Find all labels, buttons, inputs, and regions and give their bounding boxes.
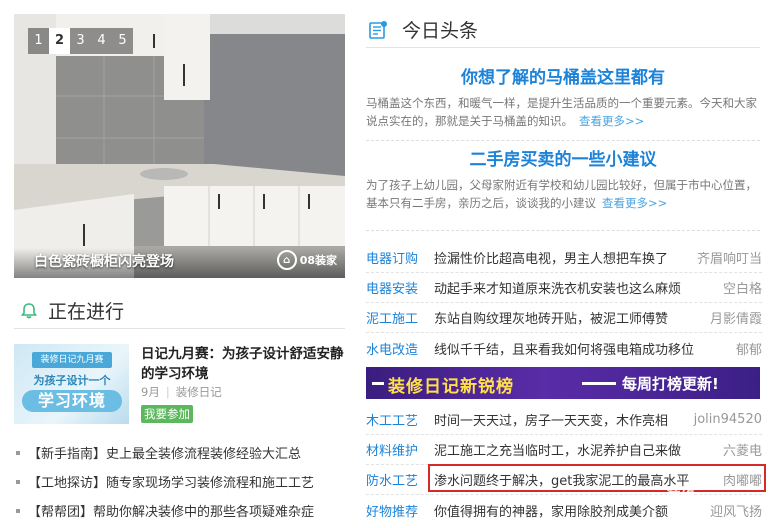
category-tag[interactable]: 电器安装 <box>366 278 434 297</box>
author-name[interactable]: 齐眉响叮当 <box>697 248 762 267</box>
author-name[interactable]: 郁郁 <box>736 339 762 358</box>
site-watermark: ⌂ 08装家 <box>276 250 337 270</box>
list-item[interactable]: 【新手指南】史上最全装修流程装修经验大汇总 <box>14 438 354 467</box>
article-link[interactable]: 东站自购纹理灰地砖开贴，被泥工师傅赞 <box>434 308 704 327</box>
article-link[interactable]: 泥工施工之充当临时工，水泥养护自己来做 <box>434 440 717 459</box>
list-item[interactable]: 好物推荐 你值得拥有的神器，家用除胶剂成美介额 迎风飞扬 <box>366 495 762 525</box>
article-link[interactable]: 线似千千结，且来看我如何将强电箱成功移位 <box>434 339 730 358</box>
category-tag[interactable]: 材料维护 <box>366 440 434 459</box>
contest-month: 9月 <box>141 385 160 399</box>
headlines-heading: 今日头条 <box>368 16 478 43</box>
category-tag[interactable]: 电器订购 <box>366 248 434 267</box>
thumbnail-ribbon: 装修日记九月赛 <box>32 352 112 368</box>
divider <box>366 230 760 231</box>
category-list-top: 电器订购 捡漏性价比超高电视，男主人想把车换了 齐眉响叮当 电器安装 动起手来才… <box>366 243 762 363</box>
list-item[interactable]: 【工地探访】随专家现场学习装修流程和施工工艺 <box>14 467 354 496</box>
bullet <box>16 450 20 455</box>
watermark-text: 08装家 <box>299 253 337 267</box>
list-item[interactable]: 电器安装 动起手来才知道原来洗衣机安装也这么麻烦 空白格 <box>366 273 762 303</box>
banner-left-text: 装修日记新锐榜 <box>388 377 514 397</box>
banner-right-text: 每周打榜更新! <box>622 375 719 393</box>
slider-caption[interactable]: 白色瓷砖橱柜闪亮登场 <box>34 251 174 271</box>
feature-summary-text: 马桶盖这个东西，和暖气一样，是提升生活品质的一个重要元素。今天和大家说点实在的，… <box>366 96 757 128</box>
diary-contest-thumbnail[interactable]: 装修日记九月赛 为孩子设计一个 学习环境 <box>14 344 129 424</box>
author-name[interactable]: 六菱电 <box>723 440 762 459</box>
diary-contest-meta: 9月 | 装修日记 <box>141 385 222 399</box>
category-tag[interactable]: 木工工艺 <box>366 410 434 429</box>
list-item[interactable]: 电器订购 捡漏性价比超高电视，男主人想把车换了 齐眉响叮当 <box>366 243 762 273</box>
divider <box>366 140 760 141</box>
category-tag[interactable]: 防水工艺 <box>366 470 434 489</box>
guide-news-list: 【新手指南】史上最全装修流程装修经验大汇总 【工地探访】随专家现场学习装修流程和… <box>14 438 354 525</box>
slider-dot-3[interactable]: 3 <box>70 28 91 54</box>
diary-ranking-banner[interactable]: 装修日记新锐榜 每周打榜更新! <box>366 367 760 399</box>
list-item[interactable]: 木工工艺 时间一天天过，房子一天天变，木作亮相 jolin94520 <box>366 405 762 435</box>
slider-dot-2[interactable]: 2 <box>49 28 70 54</box>
home-icon: ⌂ <box>276 250 297 270</box>
slider-dot-5[interactable]: 5 <box>112 28 133 54</box>
kitchen-slider[interactable]: 1 2 3 4 5 白色瓷砖橱柜闪亮登场 ⌂ 08装家 <box>14 14 345 278</box>
list-item[interactable]: 泥工施工 东站自购纹理灰地砖开贴，被泥工师傅赞 月影倩霞 <box>366 303 762 333</box>
contest-category[interactable]: 装修日记 <box>176 385 222 399</box>
news-link[interactable]: 【工地探访】随专家现场学习装修流程和施工工艺 <box>28 472 314 491</box>
thumbnail-subtitle: 为孩子设计一个 <box>33 374 111 387</box>
category-tag[interactable]: 好物推荐 <box>366 501 434 520</box>
ongoing-title: 正在进行 <box>48 301 125 323</box>
feature-summary: 马桶盖这个东西，和暖气一样，是提升生活品质的一个重要元素。今天和大家说点实在的，… <box>366 94 760 130</box>
article-link[interactable]: 捡漏性价比超高电视，男主人想把车换了 <box>434 248 691 267</box>
author-name[interactable]: 月影倩霞 <box>710 308 762 327</box>
feature-title[interactable]: 二手房买卖的一些小建议 <box>366 148 760 172</box>
newspaper-icon <box>369 20 387 39</box>
slider-dot-1[interactable]: 1 <box>28 28 49 54</box>
feature-summary-text: 为了孩子上幼儿园，父母家附近有学校和幼儿园比较好，但属于市中心位置，基本只有二手… <box>366 178 757 210</box>
slider-dot-4[interactable]: 4 <box>91 28 112 54</box>
bullet <box>16 508 20 513</box>
slider-pagination: 1 2 3 4 5 <box>28 28 133 54</box>
feature-article-1: 你想了解的马桶盖这里都有 马桶盖这个东西，和暖气一样，是提升生活品质的一个重要元… <box>366 66 760 130</box>
article-link[interactable]: 动起手来才知道原来洗衣机安装也这么麻烦 <box>434 278 717 297</box>
bullet <box>16 479 20 484</box>
read-more-link[interactable]: 查看更多>> <box>602 196 667 210</box>
news-link[interactable]: 【新手指南】史上最全装修流程装修经验大汇总 <box>28 443 301 462</box>
divider <box>14 328 345 329</box>
headlines-title: 今日头条 <box>402 20 479 42</box>
list-item[interactable]: 材料维护 泥工施工之充当临时工，水泥养护自己来做 六菱电 <box>366 435 762 465</box>
article-link[interactable]: 时间一天天过，房子一天天变，木作亮相 <box>434 410 688 429</box>
author-name[interactable]: jolin94520 <box>694 412 762 427</box>
read-more-link[interactable]: 查看更多>> <box>579 114 644 128</box>
category-tag[interactable]: 水电改造 <box>366 339 434 358</box>
list-item[interactable]: 【帮帮团】帮助你解决装修中的那些各项疑难杂症 <box>14 496 354 525</box>
divider <box>366 47 760 48</box>
overlay-watermark: ⊙ 装修 <box>650 489 695 505</box>
highlight-annotation <box>428 464 766 492</box>
bell-icon <box>20 302 38 318</box>
feature-summary: 为了孩子上幼儿园，父母家附近有学校和幼儿园比较好，但属于市中心位置，基本只有二手… <box>366 176 760 212</box>
author-name[interactable]: 迎风飞扬 <box>710 501 762 520</box>
list-item[interactable]: 水电改造 线似千千结，且来看我如何将强电箱成功移位 郁郁 <box>366 333 762 363</box>
feature-title[interactable]: 你想了解的马桶盖这里都有 <box>366 66 760 90</box>
diary-contest-title[interactable]: 日记九月赛：为孩子设计舒适安静的学习环境 <box>141 344 346 384</box>
ongoing-heading: 正在进行 <box>20 297 124 324</box>
news-link[interactable]: 【帮帮团】帮助你解决装修中的那些各项疑难杂症 <box>28 501 314 520</box>
author-name[interactable]: 空白格 <box>723 278 762 297</box>
thumbnail-headline: 学习环境 <box>22 390 122 412</box>
category-tag[interactable]: 泥工施工 <box>366 308 434 327</box>
join-button[interactable]: 我要参加 <box>141 405 193 423</box>
feature-article-2: 二手房买卖的一些小建议 为了孩子上幼儿园，父母家附近有学校和幼儿园比较好，但属于… <box>366 148 760 212</box>
